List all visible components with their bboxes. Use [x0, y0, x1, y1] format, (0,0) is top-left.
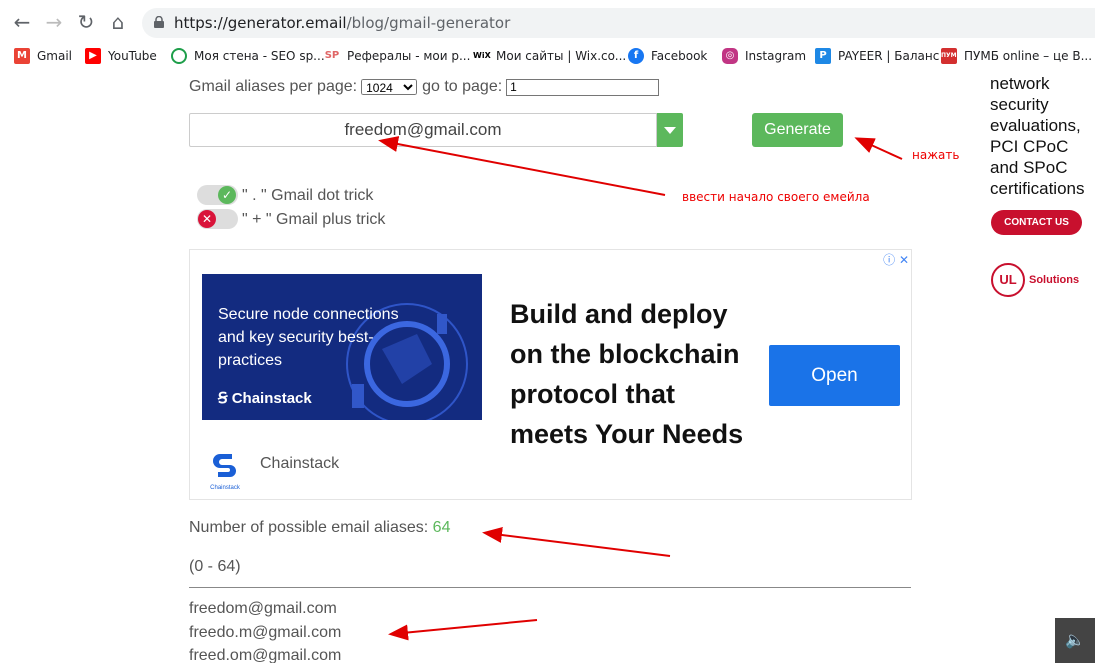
bookmark-seosprint[interactable]: Моя стена - SEO sp...	[171, 46, 325, 66]
bookmark-label: ПУМБ online – це В...	[964, 49, 1093, 63]
arrow-to-generate	[854, 137, 903, 160]
speaker-icon[interactable]: 🔈	[1055, 618, 1095, 663]
bookmark-label: Facebook	[651, 49, 708, 63]
arrow-to-aliases	[388, 619, 538, 641]
bookmark-label: Instagram	[745, 49, 807, 63]
bookmark-youtube[interactable]: ▶ YouTube	[85, 46, 157, 66]
bookmark-wix[interactable]: WiX Мои сайты | Wix.co...	[473, 46, 626, 66]
pumb-icon: ПУМБ	[941, 48, 961, 64]
seosprint-icon	[171, 48, 187, 64]
bookmark-pumb[interactable]: ПУМБ ПУМБ online – це В...	[941, 46, 1092, 66]
bookmark-payeer[interactable]: P PAYEER | Баланс	[815, 46, 939, 66]
bookmarks-bar: M Gmail ▶ YouTube Моя стена - SEO sp... SP…	[0, 44, 1095, 68]
bookmark-label: PAYEER | Баланс	[838, 49, 940, 63]
page-content: Gmail aliases per page: 1024 go to page:…	[0, 68, 1095, 663]
home-icon[interactable]: ⌂	[106, 10, 130, 34]
bookmark-sp[interactable]: SP Рефералы - мои р...	[324, 46, 470, 66]
bookmark-gmail[interactable]: M Gmail	[14, 46, 72, 66]
url-host: https://generator.email	[174, 14, 347, 32]
bookmark-label: Gmail	[37, 49, 73, 63]
url-path: /blog/gmail-generator	[346, 14, 511, 32]
bookmark-instagram[interactable]: ◎ Instagram	[722, 46, 806, 66]
facebook-icon: f	[628, 48, 644, 64]
bookmark-label: YouTube	[108, 49, 157, 63]
url-text: https://generator.email/blog/gmail-gener…	[174, 14, 510, 32]
instagram-icon: ◎	[722, 48, 738, 64]
arrow-to-count	[482, 527, 671, 557]
bookmark-label: Рефералы - мои р...	[347, 49, 471, 63]
reload-icon[interactable]: ↻	[74, 10, 98, 34]
bookmark-facebook[interactable]: f Facebook	[628, 46, 707, 66]
forward-arrow-icon[interactable]: →	[42, 10, 66, 34]
gmail-icon: M	[14, 48, 30, 64]
lock-icon	[154, 16, 164, 28]
bookmark-label: Мои сайты | Wix.co...	[496, 49, 627, 63]
wix-icon: WiX	[473, 48, 491, 64]
sp-icon: SP	[324, 48, 340, 64]
payeer-icon: P	[815, 48, 831, 64]
address-bar[interactable]: https://generator.email/blog/gmail-gener…	[142, 8, 1095, 38]
bookmark-label: Моя стена - SEO sp...	[194, 49, 325, 63]
youtube-icon: ▶	[85, 48, 101, 64]
annotation-arrows	[378, 136, 903, 641]
back-arrow-icon[interactable]: ←	[10, 10, 34, 34]
browser-toolbar: ← → ↻ ⌂ https://generator.email/blog/gma…	[0, 0, 1095, 44]
page: ← → ↻ ⌂ https://generator.email/blog/gma…	[0, 0, 1095, 663]
arrow-to-email	[378, 136, 666, 196]
